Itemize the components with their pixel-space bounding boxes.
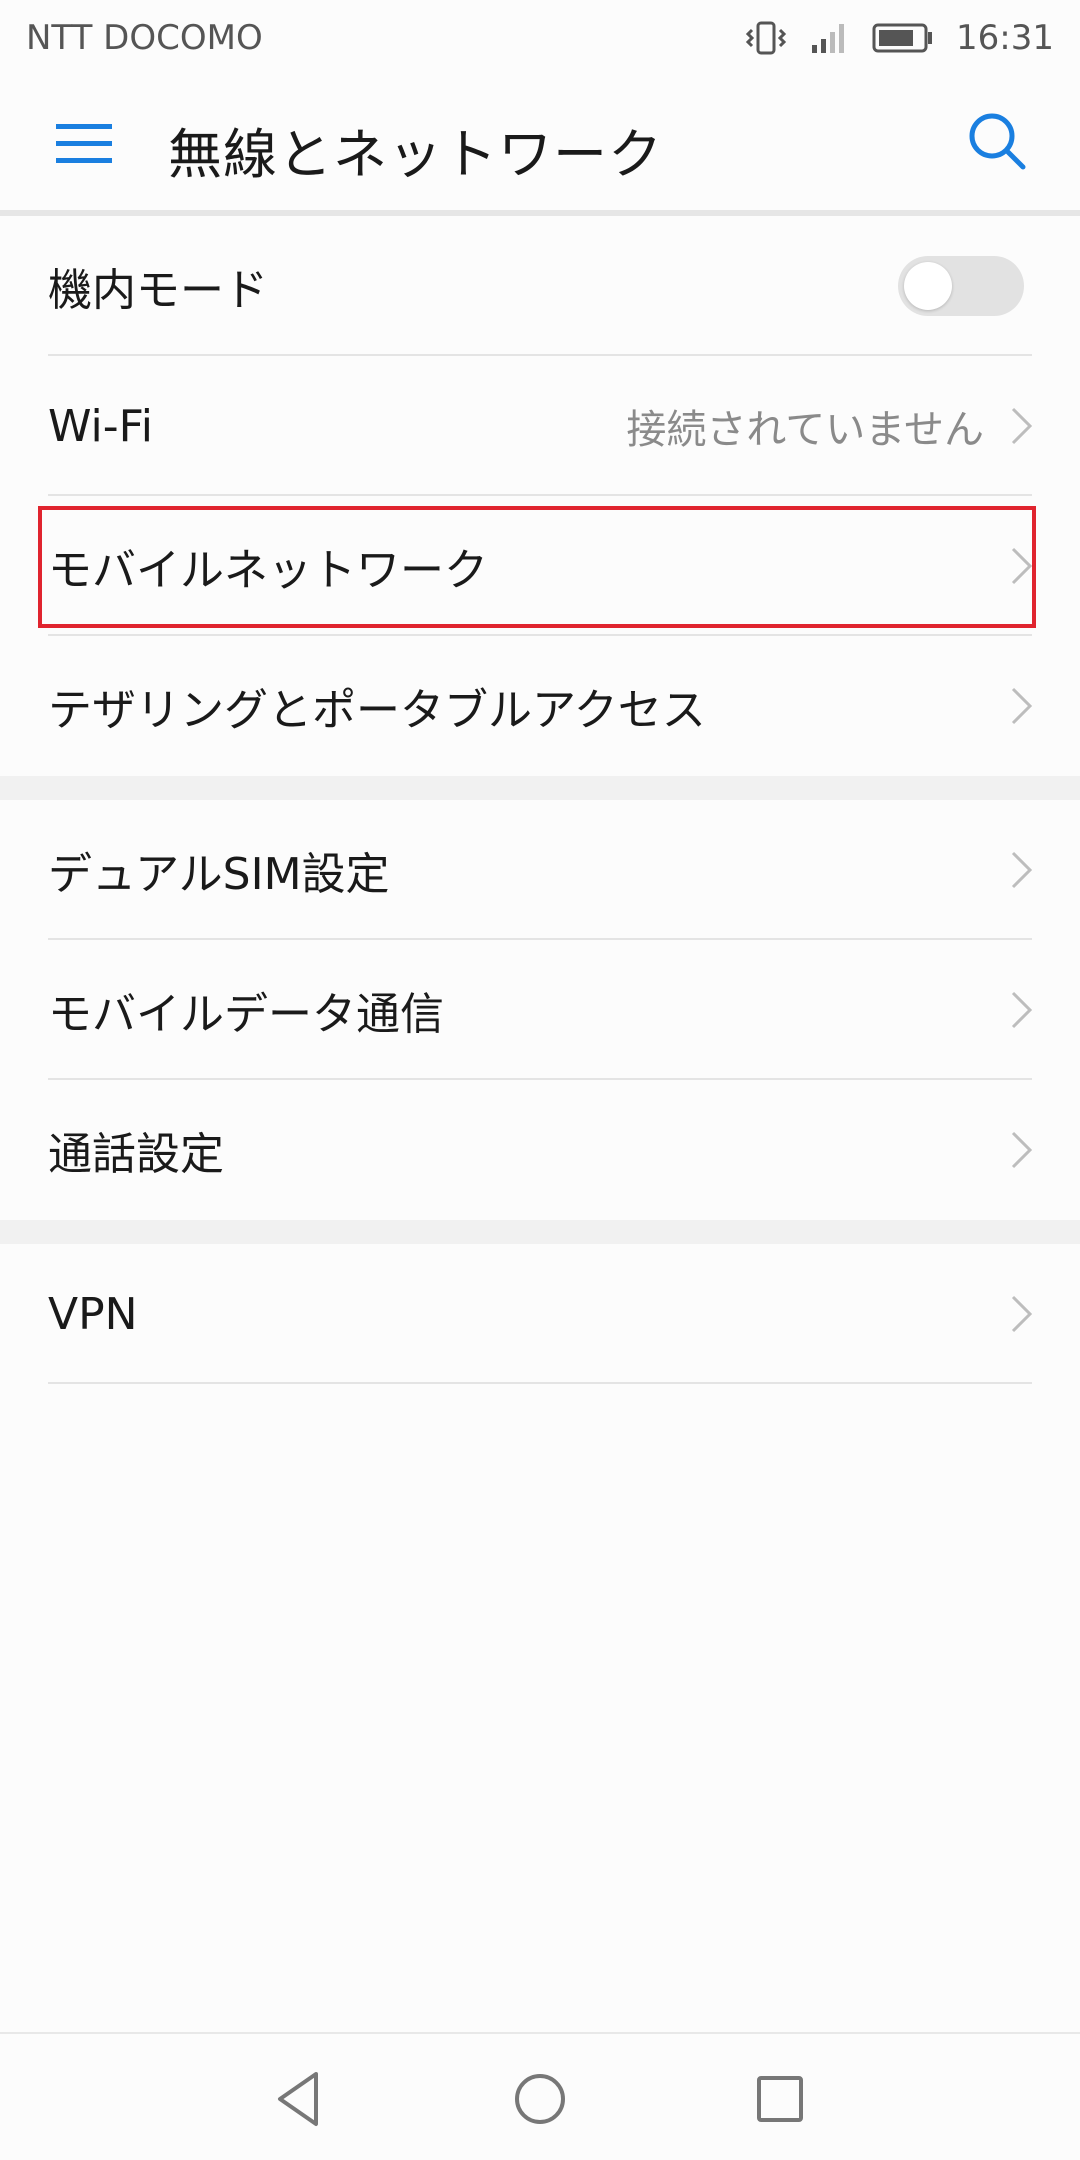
clock: 16:31 <box>956 18 1054 58</box>
setting-label: Wi-Fi <box>48 400 153 452</box>
setting-row-airplane-mode[interactable]: 機内モード <box>0 216 1080 356</box>
chevron-right-icon <box>1010 406 1034 446</box>
setting-label: VPN <box>48 1288 138 1340</box>
setting-row-call-settings[interactable]: 通話設定 <box>0 1080 1080 1220</box>
navigation-bar <box>0 2032 1080 2160</box>
vibrate-icon <box>744 20 788 56</box>
signal-icon <box>810 21 850 55</box>
section-gap <box>0 776 1080 800</box>
page-title: 無線とネットワーク <box>168 123 663 186</box>
chevron-right-icon <box>1010 546 1034 586</box>
setting-label: モバイルネットワーク <box>48 545 488 596</box>
chevron-right-icon <box>1010 1294 1034 1334</box>
setting-row-mobile-data[interactable]: モバイルデータ通信 <box>0 940 1080 1080</box>
status-bar: NTT DOCOMO 16:31 <box>0 0 1080 76</box>
setting-label: モバイルデータ通信 <box>48 989 444 1040</box>
status-icons: 16:31 <box>744 18 1054 58</box>
setting-row-tethering[interactable]: テザリングとポータブルアクセス <box>0 636 1080 776</box>
menu-icon[interactable] <box>56 122 112 166</box>
recents-icon[interactable] <box>745 2064 815 2134</box>
chevron-right-icon <box>1010 1130 1034 1170</box>
chevron-right-icon <box>1010 686 1034 726</box>
setting-row-mobile-network[interactable]: モバイルネットワーク <box>0 496 1080 636</box>
settings-section-2: デュアルSIM設定 モバイルデータ通信 通話設定 <box>0 800 1080 1220</box>
setting-row-dual-sim[interactable]: デュアルSIM設定 <box>0 800 1080 940</box>
setting-label: テザリングとポータブルアクセス <box>48 685 706 736</box>
setting-label: 通話設定 <box>48 1129 224 1180</box>
chevron-right-icon <box>1010 990 1034 1030</box>
settings-section-1: 機内モード Wi-Fi 接続されていません モバイルネットワーク テザリングとポ… <box>0 216 1080 776</box>
chevron-right-icon <box>1010 850 1034 890</box>
setting-row-vpn[interactable]: VPN <box>0 1244 1080 1384</box>
search-icon[interactable] <box>966 110 1028 172</box>
setting-row-wifi[interactable]: Wi-Fi 接続されていません <box>0 356 1080 496</box>
carrier-label: NTT DOCOMO <box>26 18 263 58</box>
back-icon[interactable] <box>264 2064 334 2134</box>
battery-icon <box>872 22 934 54</box>
toggle-knob <box>904 262 952 310</box>
section-gap <box>0 1220 1080 1244</box>
airplane-mode-toggle[interactable] <box>898 256 1024 316</box>
settings-section-3: VPN <box>0 1244 1080 1384</box>
app-bar: 無線とネットワーク <box>0 76 1080 211</box>
setting-label: 機内モード <box>48 265 268 316</box>
row-divider <box>48 1382 1032 1384</box>
setting-value: 接続されていません <box>626 407 984 453</box>
setting-label: デュアルSIM設定 <box>48 849 390 900</box>
home-icon[interactable] <box>505 2064 575 2134</box>
